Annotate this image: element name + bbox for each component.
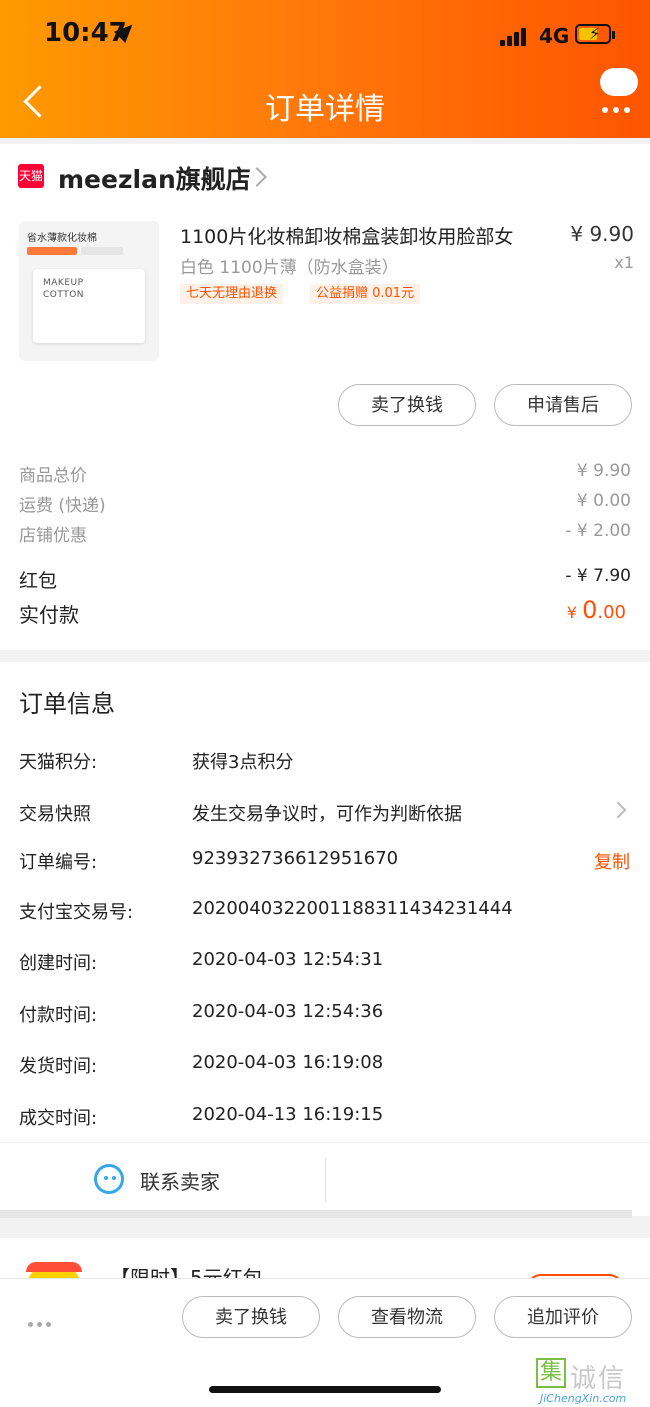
info-label: 支付宝交易号: — [19, 902, 134, 923]
goods-total-label: 商品总价 — [19, 466, 87, 486]
paid-decimal: .00 — [597, 602, 626, 623]
image-tag — [81, 247, 123, 255]
more-dots-icon — [602, 98, 638, 113]
product-image[interactable]: 省水薄款化妆棉 MAKEUP COTTON — [19, 221, 159, 361]
paid-currency: ¥ — [566, 603, 577, 622]
page-title: 订单详情 — [265, 92, 385, 127]
charity-tag: 公益捐赠 0.01元 — [310, 284, 421, 304]
product-variant: 白色 1100片薄（防水盒装） — [180, 258, 399, 278]
order-number: 923932736612951670 — [192, 848, 399, 869]
view-logistics-button[interactable]: 查看物流 — [338, 1296, 476, 1338]
message-button[interactable] — [598, 68, 642, 113]
battery-tip — [612, 31, 615, 39]
store-discount-value: - ¥ 2.00 — [565, 521, 631, 541]
shipping-value: ¥ 0.00 — [576, 491, 631, 511]
goods-total-value: ¥ 9.90 — [576, 461, 631, 481]
product-quantity: x1 — [614, 253, 634, 272]
info-value: 2020-04-13 16:19:15 — [192, 1104, 384, 1125]
info-label: 付款时间: — [19, 1005, 98, 1026]
order-info-title: 订单信息 — [19, 690, 115, 718]
info-value: 获得3点积分 — [192, 752, 294, 773]
copy-button[interactable]: 复制 — [560, 848, 630, 874]
store-discount-label: 店铺优惠 — [19, 526, 87, 546]
snapshot-value[interactable]: 发生交易争议时，可作为判断依据 — [192, 800, 462, 826]
return-policy-tag: 七天无理由退换 — [180, 284, 284, 304]
battery-icon: ⚡ — [575, 24, 611, 44]
sell-for-cash-button[interactable]: 卖了换钱 — [338, 384, 476, 426]
store-name[interactable]: meezlan旗舰店 — [58, 160, 251, 196]
info-label: 订单编号: — [19, 852, 98, 873]
snapshot-label[interactable]: 交易快照 — [19, 800, 91, 826]
contact-seller-button[interactable]: 联系卖家 — [140, 1166, 220, 1195]
bottom-sell-button[interactable]: 卖了换钱 — [182, 1296, 320, 1338]
divider — [325, 1158, 326, 1202]
shipping-label: 运费 (快递) — [19, 496, 106, 516]
order-info-card — [0, 662, 650, 1216]
tmall-badge: 天猫 — [18, 164, 44, 188]
info-label: 成交时间: — [19, 1108, 98, 1129]
watermark-url: JiChengXin.com — [540, 1392, 627, 1405]
home-indicator[interactable] — [209, 1386, 441, 1393]
info-label: 发货时间: — [19, 1056, 98, 1077]
watermark-text: 诚信 — [570, 1364, 627, 1394]
product-box-label: MAKEUP COTTON — [43, 278, 85, 300]
add-review-button[interactable]: 追加评价 — [494, 1296, 632, 1338]
image-tag — [27, 247, 77, 255]
signal-icon — [500, 26, 530, 46]
info-value: 2020040322001188311434231444 — [192, 898, 513, 919]
product-box-graphic: MAKEUP COTTON — [33, 269, 145, 343]
chat-face-icon[interactable] — [94, 1164, 124, 1194]
red-packet-value: - ¥ 7.90 — [565, 566, 631, 586]
watermark-box: 集 — [536, 1358, 566, 1388]
product-title[interactable]: 1100片化妆棉卸妆棉盒装卸妆用脸部女 — [180, 222, 550, 249]
chat-bubble-icon — [600, 68, 638, 96]
more-icon[interactable] — [28, 1312, 58, 1327]
info-label: 创建时间: — [19, 953, 98, 974]
watermark-logo: 集 诚信 JiChengXin.com — [532, 1356, 650, 1406]
separator — [0, 1210, 632, 1218]
network-type: 4G — [539, 24, 570, 48]
info-value: 2020-04-03 12:54:31 — [192, 949, 384, 970]
product-image-caption: 省水薄款化妆棉 — [27, 233, 97, 244]
info-value: 2020-04-03 12:54:36 — [192, 1001, 384, 1022]
info-value: 2020-04-03 16:19:08 — [192, 1052, 384, 1073]
after-sale-button[interactable]: 申请售后 — [494, 384, 632, 426]
divider — [0, 1142, 650, 1143]
red-packet-label: 红包 — [19, 570, 58, 592]
product-price: ¥ 9.90 — [570, 222, 634, 246]
paid-amount: ¥ 0.00 — [450, 596, 626, 624]
paid-integer: 0 — [582, 596, 598, 624]
paid-label: 实付款 — [19, 603, 79, 627]
info-label: 天猫积分: — [19, 752, 98, 773]
